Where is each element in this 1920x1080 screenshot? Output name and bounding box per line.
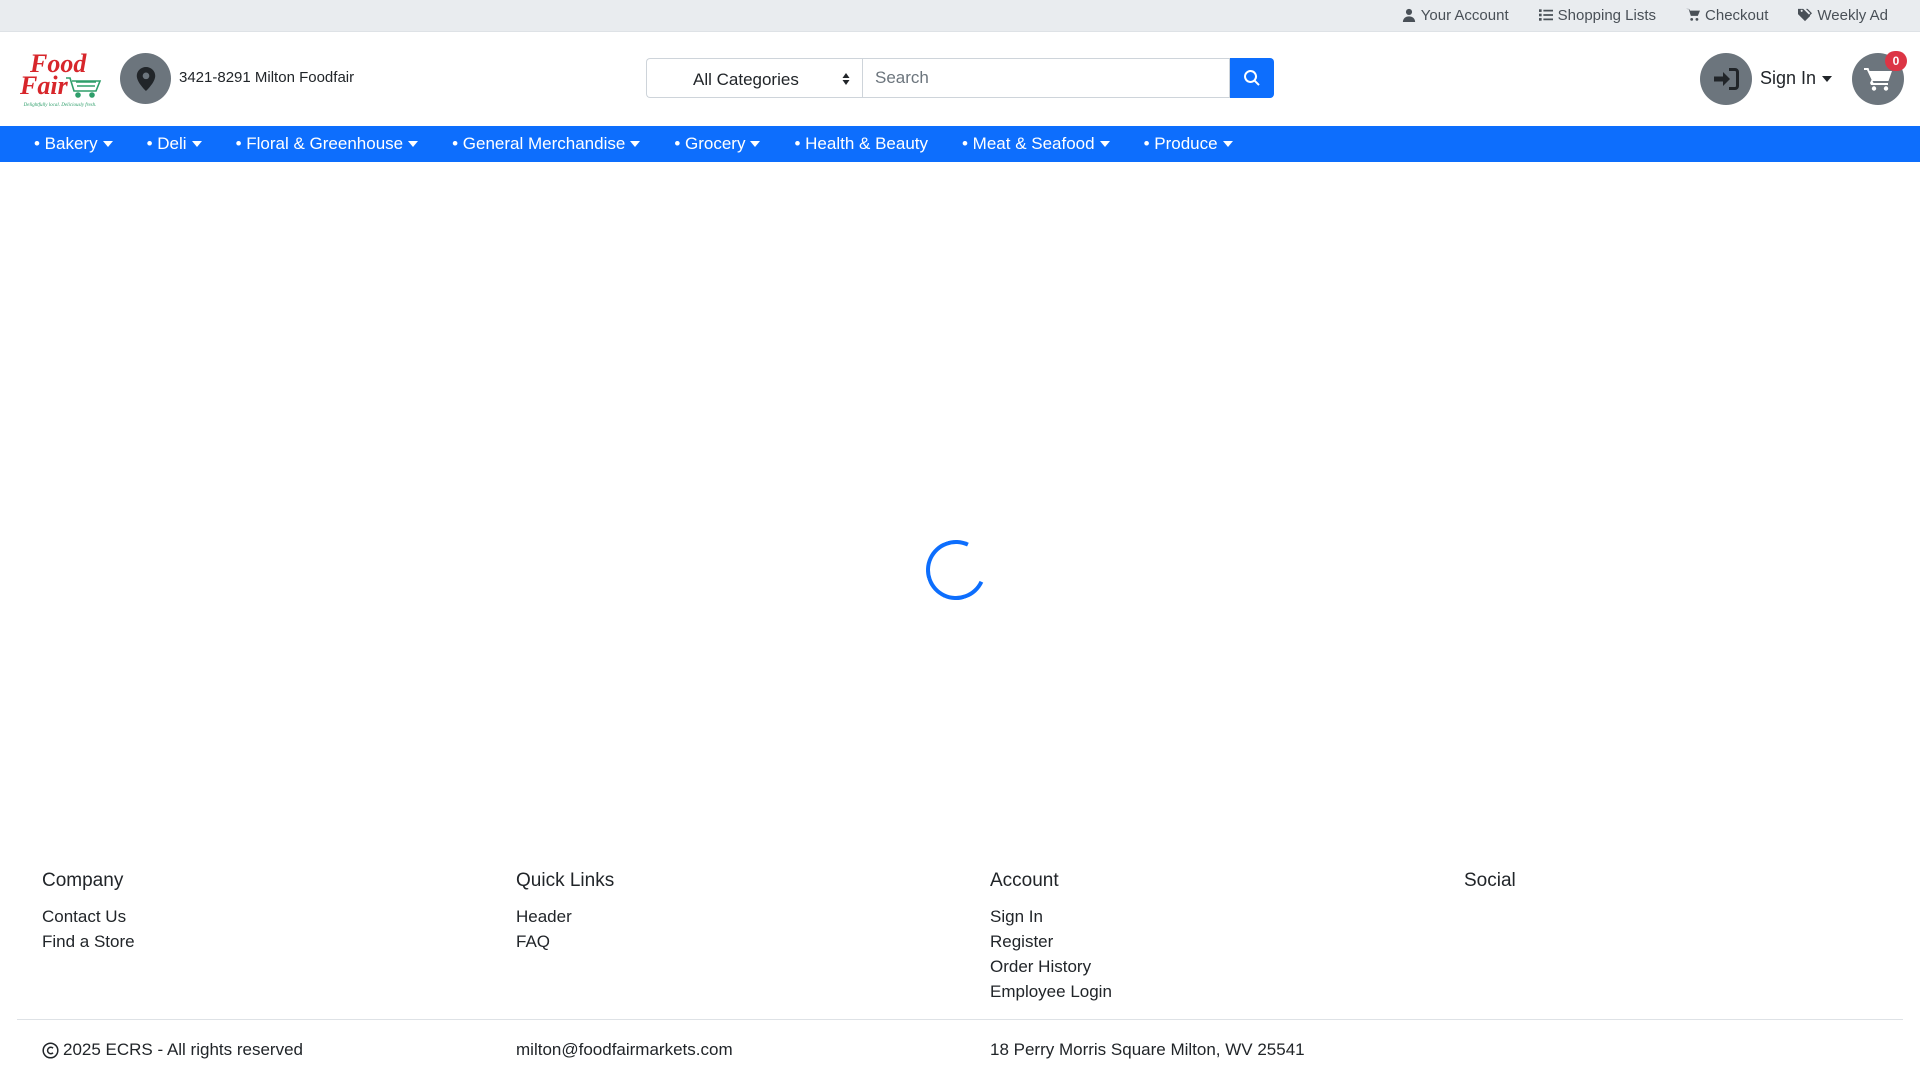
search-input[interactable] [862,58,1230,98]
footer-email[interactable]: milton@foodfairmarkets.com [516,1040,733,1060]
footer-link-header[interactable]: Header [516,904,614,929]
cart-count-badge: 0 [1885,51,1907,71]
list-icon [1538,9,1553,21]
logo-tagline: Delightfully local. Deliciously fresh. [23,103,97,108]
caret-down-icon [630,141,641,147]
caret-down-icon [1822,75,1833,82]
footer-copyright: 2025 ECRS - All rights reserved [42,1040,303,1060]
checkout-label: Checkout [1705,6,1769,24]
footer-link-find-a-store[interactable]: Find a Store [42,929,135,954]
nav-item-health-beauty[interactable]: • Health & Beauty [794,134,928,154]
footer-heading: Social [1464,870,1516,891]
search-icon [1244,70,1260,86]
nav-item-floral-greenhouse[interactable]: • Floral & Greenhouse [236,134,419,154]
food-fair-logo[interactable]: Food Fair Delightfully local. Deliciousl… [16,48,104,110]
nav-label: • Health & Beauty [794,134,928,153]
logo-cart-icon [66,77,102,98]
search-bar: All Categories [646,58,1274,98]
shopping-cart-icon [1864,68,1892,91]
footer-heading: Account [990,870,1059,891]
caret-down-icon [191,141,202,147]
footer-column-account: Account Sign In Register Order History E… [990,870,1112,1004]
caret-down-icon [1222,141,1233,147]
nav-item-produce[interactable]: • Produce [1144,134,1233,154]
nav-item-grocery[interactable]: • Grocery [674,134,761,154]
site-header: Food Fair Delightfully local. Deliciousl… [0,32,1920,126]
footer-column-quick-links: Quick Links Header FAQ [516,870,614,954]
footer-link-register[interactable]: Register [990,929,1112,954]
map-pin-icon [136,66,155,91]
footer-link-order-history[interactable]: Order History [990,954,1112,979]
nav-label: • Deli [146,134,187,153]
copyright-text: 2025 ECRS - All rights reserved [63,1040,303,1059]
caret-down-icon [102,141,113,147]
nav-label: • Floral & Greenhouse [235,134,404,153]
user-icon [1402,8,1415,22]
footer-heading: Quick Links [516,870,615,891]
nav-item-general-merchandise[interactable]: • General Merchandise [452,134,641,154]
footer-link-contact-us[interactable]: Contact Us [42,904,135,929]
nav-item-bakery[interactable]: • Bakery [34,134,113,154]
your-account-label: Your Account [1420,6,1509,24]
weekly-ad-link[interactable]: Weekly Ad [1798,7,1888,24]
category-nav: • Bakery • Deli • Floral & Greenhouse • … [0,126,1920,162]
checkout-link[interactable]: Checkout [1686,7,1768,24]
cart-icon [1686,8,1701,21]
footer-link-employee-login[interactable]: Employee Login [990,979,1112,1004]
tags-icon [1798,8,1813,22]
sign-in-icon-button[interactable] [1700,53,1752,105]
your-account-link[interactable]: Your Account [1402,7,1509,24]
top-links: Your Account Shopping Lists Checkout Wee… [1402,0,1888,30]
main-content [0,162,1920,842]
select-arrows-icon [842,73,850,85]
category-selected-value: All Categories [693,70,799,89]
weekly-ad-label: Weekly Ad [1817,6,1888,24]
search-button[interactable] [1230,58,1274,98]
nav-label: • Meat & Seafood [962,134,1095,153]
top-utility-bar: Your Account Shopping Lists Checkout Wee… [0,0,1920,32]
sign-in-dropdown[interactable]: Sign In [1760,68,1833,89]
category-select[interactable]: All Categories [646,58,862,98]
store-name[interactable]: 3421-8291 Milton Foodfair [179,69,354,86]
nav-label: • Bakery [34,134,98,153]
caret-down-icon [750,141,761,147]
footer-address: 18 Perry Morris Square Milton, WV 25541 [990,1040,1305,1059]
footer-heading: Company [42,870,124,891]
nav-item-deli[interactable]: • Deli [147,134,202,154]
nav-label: • Produce [1143,134,1218,153]
caret-down-icon [408,141,419,147]
footer-column-company: Company Contact Us Find a Store [42,870,135,954]
footer-link-sign-in[interactable]: Sign In [990,904,1112,929]
nav-item-meat-seafood[interactable]: • Meat & Seafood [962,134,1110,154]
footer-divider [17,1019,1903,1020]
logo-word-fair: Fair [19,71,69,100]
site-footer: Company Contact Us Find a Store Quick Li… [0,862,1920,1080]
footer-column-social: Social [1464,870,1516,904]
footer-link-faq[interactable]: FAQ [516,929,614,954]
nav-label: • Grocery [674,134,746,153]
shopping-lists-link[interactable]: Shopping Lists [1538,6,1657,24]
loading-spinner [917,531,995,609]
sign-in-label: Sign In [1760,68,1817,88]
store-locator-button[interactable] [120,53,171,104]
caret-down-icon [1099,141,1110,147]
nav-label: • General Merchandise [452,134,626,153]
shopping-lists-label: Shopping Lists [1557,6,1657,24]
copyright-icon [42,1041,59,1059]
sign-in-icon [1714,68,1739,90]
